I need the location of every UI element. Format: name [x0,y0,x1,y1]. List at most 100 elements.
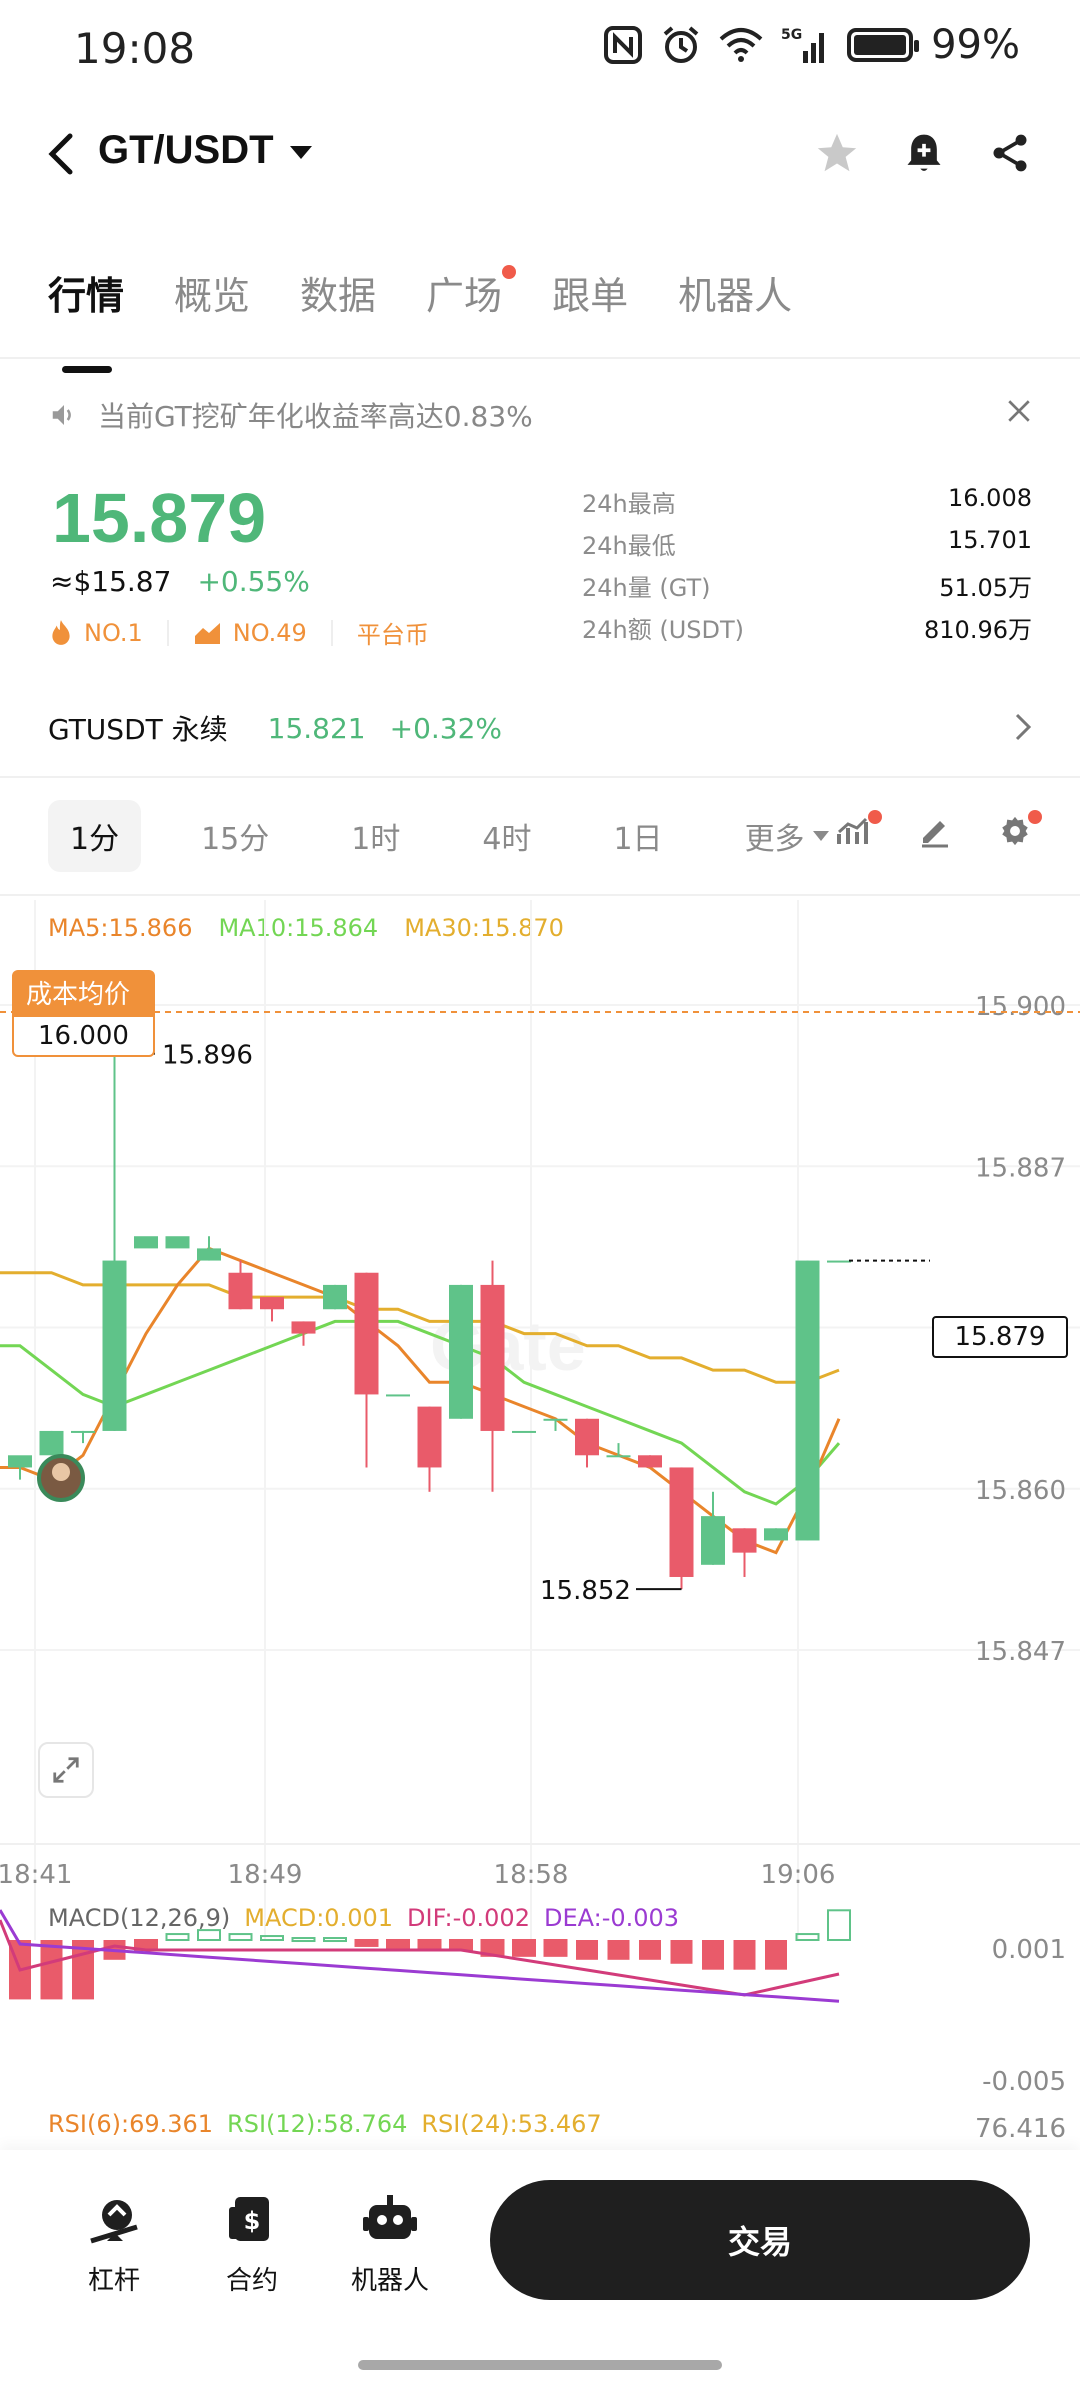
macd-bar [354,1939,379,1947]
chevron-down-icon[interactable] [290,146,312,160]
tab-bots[interactable]: 机器人 [678,265,792,345]
candle [291,1321,316,1334]
avatar [37,1454,85,1502]
macd-bar [795,1933,820,1942]
header: GT/USDT [0,120,1080,190]
flame-icon [52,619,70,645]
timeframe-1d[interactable]: 1日 [591,800,684,872]
chart-tools [836,810,1042,852]
tab-data[interactable]: 数据 [300,265,376,345]
x-tick-label: 19:06 [761,1860,836,1890]
perpetual-link[interactable]: GTUSDT 永续 15.821 +0.32% [48,708,1032,748]
macd-title: MACD(12,26,9) [48,1904,231,1932]
pair-title[interactable]: GT/USDT [98,128,274,173]
tab-overview[interactable]: 概览 [174,265,250,345]
chevron-right-icon [1015,713,1032,741]
stat-row: 24h量 (GT) 51.05万 [582,574,1032,602]
contract-button[interactable]: $ 合约 [192,2190,312,2297]
candle [638,1455,662,1468]
x-tick-label: 18:58 [494,1860,569,1890]
add-alert-icon[interactable] [902,130,946,176]
nfc-icon [604,26,643,64]
candle [732,1528,757,1553]
tab-market[interactable]: 行情 [48,265,124,373]
candle [701,1516,725,1565]
perp-price: 15.821 [267,711,366,745]
candle [512,1430,536,1433]
y-tick-label: 15.847 [975,1637,1066,1667]
high-label: 15.896 [162,1041,253,1071]
star-icon[interactable] [814,130,860,176]
price-change: +0.55% [197,565,310,598]
trade-button[interactable]: 交易 [490,2180,1030,2300]
y-tick-label: 15.887 [975,1153,1066,1183]
candle [449,1284,473,1419]
usd-price: ≈$15.87 [50,565,172,598]
rank-row: NO.1 NO.49 平台币 [48,615,429,650]
draw-icon[interactable] [918,814,952,852]
rsi24-value: RSI(24):53.467 [421,2110,602,2138]
status-time: 19:08 [74,24,196,73]
perp-name: GTUSDT 永续 [48,713,228,746]
chevron-down-icon [812,831,829,841]
macd-bar [607,1940,630,1960]
last-price: 15.879 [52,479,267,557]
back-icon[interactable] [46,132,76,176]
timeframe-1h[interactable]: 1时 [329,800,422,872]
status-icons: 5G 99% [603,22,1020,68]
candle [260,1297,284,1310]
candle [575,1418,599,1456]
indicator-icon[interactable] [836,810,882,852]
fullscreen-button[interactable] [38,1742,94,1798]
candle [543,1418,568,1421]
avg-cost-tag[interactable]: 成本均价 16.000 [12,970,155,1057]
status-bar: 19:08 5G 99% [0,0,1080,100]
perp-change: +0.32% [389,711,503,745]
cap-rank[interactable]: NO.49 [233,619,307,647]
candle [669,1467,694,1577]
divider [0,894,1080,896]
macd-bar [512,1939,536,1957]
candle [165,1236,190,1249]
signal-5g-icon: 5G [781,27,825,63]
tab-square[interactable]: 广场 [426,265,517,345]
avg-cost-title: 成本均价 [12,970,155,1015]
category-tag[interactable]: 平台币 [357,615,429,650]
rsi-y-tick: 76.416 [975,2114,1066,2140]
announcement-banner[interactable]: 当前GT挖矿年化收益率高达0.83% [48,390,1032,440]
leverage-button[interactable]: 杠杆 [54,2190,174,2297]
notification-dot [502,265,517,279]
macd-bar [765,1940,787,1970]
stats-panel: 24h最高 16.008 24h最低 15.701 24h量 (GT) 51.05万 … [582,484,1032,652]
svg-text:$: $ [244,2207,261,2235]
home-indicator[interactable] [358,2360,722,2370]
share-icon[interactable] [988,130,1032,176]
candlestick-chart[interactable]: 15.90015.88715.87315.86015.84718:4118:49… [0,900,1080,2140]
timeframe-1m[interactable]: 1分 [48,800,142,872]
hot-rank[interactable]: NO.1 [84,619,143,647]
timeframe-4h[interactable]: 4时 [460,800,553,872]
settings-icon[interactable] [998,810,1042,852]
contract-icon: $ [229,2197,269,2241]
battery-level: 99% [931,22,1020,68]
price-sub: ≈$15.87 +0.55% [50,565,310,598]
macd-bar [670,1940,693,1964]
macd-y-tick: -0.005 [982,2067,1066,2097]
stat-row: 24h额 (USDT) 810.96万 [582,616,1032,644]
timeframe-15m[interactable]: 15分 [179,800,291,872]
x-tick-label: 18:49 [228,1860,303,1890]
current-price-marker: 15.879 [932,1316,1068,1358]
close-icon[interactable] [1006,398,1032,424]
tab-copy-trading[interactable]: 跟单 [552,265,628,345]
robot-button[interactable]: 机器人 [330,2190,450,2297]
rsi6-value: RSI(6):69.361 [48,2110,214,2138]
candle [323,1284,347,1310]
macd-bar [576,1940,598,1960]
timeframe-more[interactable]: 更多 [723,800,851,872]
expand-icon [53,1757,79,1783]
macd-bar [639,1940,661,1960]
candle [480,1284,505,1431]
contract-label: 合约 [225,2266,278,2296]
divider [0,357,1080,359]
macd-bar [165,1933,190,1942]
